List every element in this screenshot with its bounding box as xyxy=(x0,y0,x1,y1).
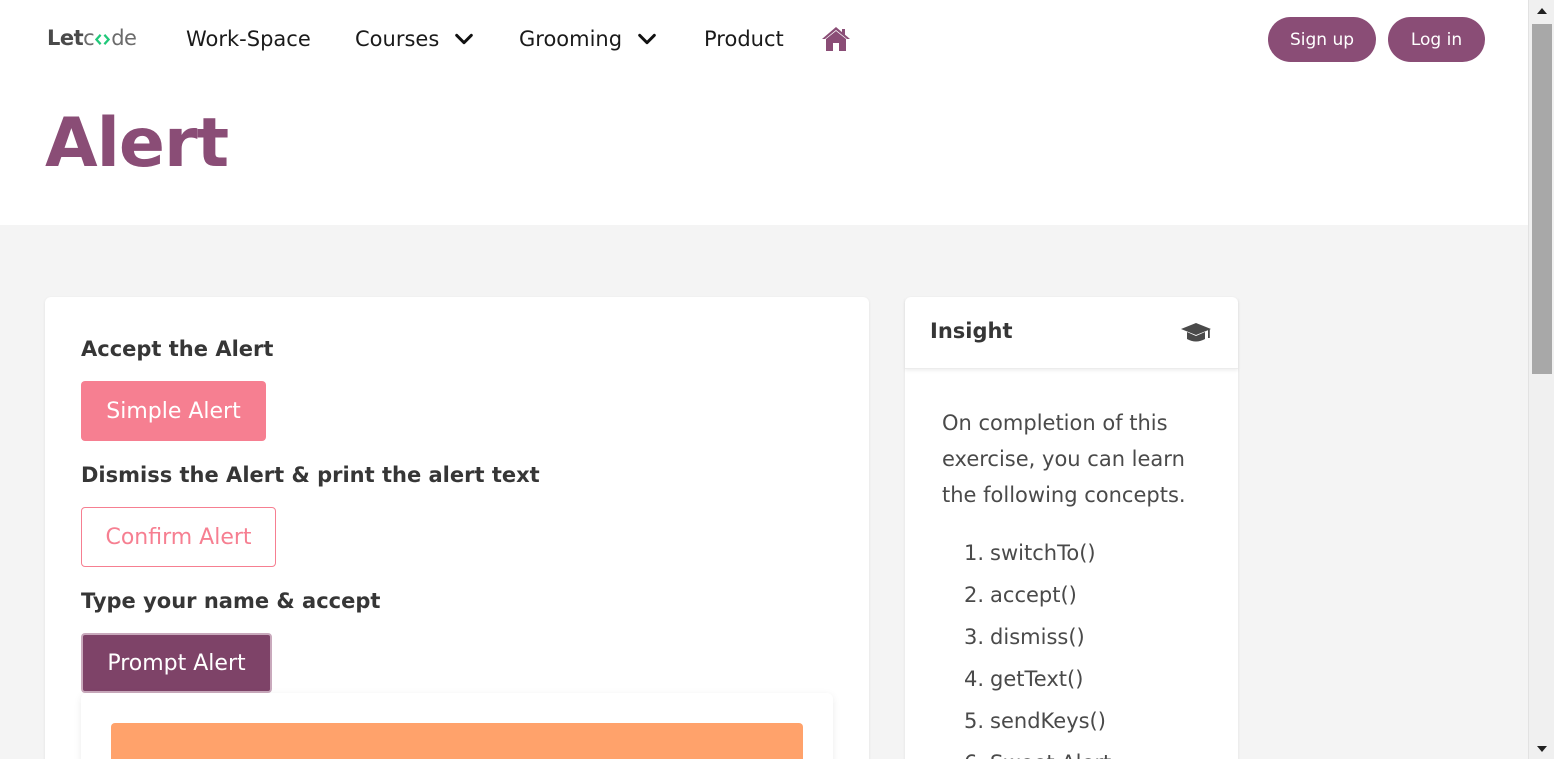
concept-number: 1. xyxy=(964,541,985,565)
concept-text: Sweet Alert xyxy=(990,751,1111,759)
scroll-down-button[interactable] xyxy=(1529,739,1554,759)
code-brackets-icon xyxy=(95,33,111,45)
brand-logo[interactable]: Let c de xyxy=(47,26,137,50)
concept-item: 6. Sweet Alert xyxy=(964,751,1111,759)
chevron-down-icon xyxy=(638,33,656,45)
dismiss-alert-label: Dismiss the Alert & print the alert text xyxy=(81,463,540,487)
nav-item-product[interactable]: Product xyxy=(704,24,784,54)
vertical-scrollbar[interactable] xyxy=(1528,0,1554,759)
concept-text: getText() xyxy=(990,667,1084,691)
concept-item: 2. accept() xyxy=(964,583,1077,607)
concept-item: 3. dismiss() xyxy=(964,625,1085,649)
concept-number: 3. xyxy=(964,625,985,649)
prompt-alert-button[interactable]: Prompt Alert xyxy=(81,633,272,693)
concept-number: 4. xyxy=(964,667,985,691)
graduation-cap-icon xyxy=(1181,323,1211,342)
page-title: Alert xyxy=(45,104,229,183)
concept-text: dismiss() xyxy=(990,625,1085,649)
chevron-down-icon xyxy=(455,33,474,45)
prompt-alert-label: Type your name & accept xyxy=(81,589,381,613)
concept-number: 6. xyxy=(964,751,984,759)
login-button[interactable]: Log in xyxy=(1388,17,1485,62)
scroll-down-arrow-icon xyxy=(1537,745,1547,752)
scroll-up-arrow-icon xyxy=(1537,7,1547,14)
concept-item: 4. getText() xyxy=(964,667,1083,691)
modern-alert-button[interactable] xyxy=(111,723,803,759)
nav-item-label: Grooming xyxy=(519,27,623,51)
concept-text: accept() xyxy=(990,583,1077,607)
insight-title: Insight xyxy=(930,319,1013,343)
confirm-alert-button[interactable]: Confirm Alert xyxy=(81,507,276,567)
insight-description: On completion of this exercise, you can … xyxy=(942,411,1186,507)
scroll-up-button[interactable] xyxy=(1529,0,1554,20)
nav-item-label: Product xyxy=(704,27,784,51)
concept-number: 5. xyxy=(964,709,985,733)
home-icon[interactable] xyxy=(821,26,851,52)
simple-alert-button[interactable]: Simple Alert xyxy=(81,381,266,441)
brand-c: c xyxy=(83,26,95,50)
concept-text: switchTo() xyxy=(990,541,1096,565)
nav-item-workspace[interactable]: Work-Space xyxy=(186,24,311,54)
brand-text-code: c de xyxy=(83,26,137,50)
accept-alert-label: Accept the Alert xyxy=(81,337,274,361)
concept-text: sendKeys() xyxy=(990,709,1106,733)
nav-item-grooming[interactable]: Grooming xyxy=(519,24,658,54)
concept-item: 1. switchTo() xyxy=(964,541,1096,565)
concept-number: 2. xyxy=(964,583,985,607)
nav-item-label: Work-Space xyxy=(186,27,311,51)
nav-item-courses[interactable]: Courses xyxy=(355,24,475,54)
brand-text-let: Let xyxy=(47,26,84,50)
nav-item-label: Courses xyxy=(355,27,440,51)
signup-button[interactable]: Sign up xyxy=(1268,17,1376,62)
brand-de: de xyxy=(111,26,137,50)
concept-item: 5. sendKeys() xyxy=(964,709,1106,733)
scrollbar-thumb[interactable] xyxy=(1532,24,1552,374)
